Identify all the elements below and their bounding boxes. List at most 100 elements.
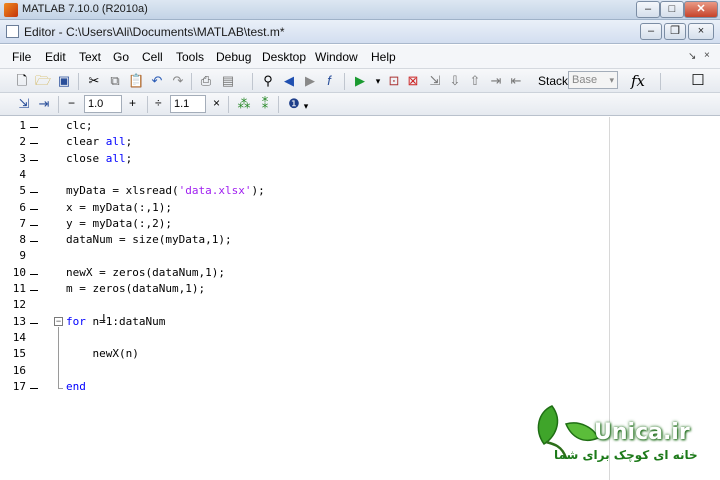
- line-number: 10: [12, 265, 26, 279]
- line-number: 11: [12, 282, 26, 295]
- redo-icon[interactable]: ↷: [170, 73, 186, 89]
- dock-layout-icon[interactable]: ☐: [690, 73, 706, 89]
- clear-breakpoints-icon[interactable]: ⊠: [405, 73, 421, 89]
- menu-desktop[interactable]: Desktop: [262, 50, 306, 64]
- decrement-value-field[interactable]: 1.0: [84, 95, 122, 113]
- code-line[interactable]: close all;: [66, 152, 132, 165]
- menu-pin-icon[interactable]: ↘: [688, 51, 696, 62]
- step-out-icon[interactable]: ⇧: [467, 73, 483, 89]
- executable-line-marker[interactable]: [30, 143, 38, 145]
- editor-minimize-button[interactable]: –: [640, 23, 662, 40]
- code-line[interactable]: y = myData(:,2);: [66, 217, 172, 230]
- decrement-button[interactable]: −: [68, 96, 75, 110]
- print-options-icon[interactable]: ▤: [220, 73, 236, 89]
- watermark-tagline: خانه ای کوچک برای شما: [554, 448, 698, 462]
- line-number: 6: [19, 200, 26, 214]
- line-number: 7: [19, 216, 26, 230]
- line-number: 1: [19, 119, 26, 132]
- forward-arrow-icon[interactable]: ▶: [302, 73, 318, 89]
- editor-title: Editor - C:\Users\Ali\Documents\MATLAB\t…: [24, 25, 285, 39]
- fold-collapse-icon[interactable]: −: [54, 317, 63, 326]
- code-line[interactable]: clc;: [66, 119, 93, 132]
- line-number: 4: [19, 167, 26, 181]
- code-line[interactable]: end: [66, 380, 86, 393]
- executable-line-marker[interactable]: [30, 387, 38, 389]
- executable-line-marker[interactable]: [30, 159, 38, 161]
- back-arrow-icon[interactable]: ◀: [281, 73, 297, 89]
- line-number: 9: [19, 249, 26, 263]
- copy-icon[interactable]: ⧉: [107, 73, 123, 89]
- step-icon[interactable]: ⇲: [427, 73, 443, 89]
- fx-label[interactable]: fx: [631, 72, 645, 90]
- menu-close-icon[interactable]: ×: [704, 50, 710, 61]
- find-icon[interactable]: ⚲: [260, 73, 276, 89]
- main-toolbar: 🗋 🗁 ▣ ✂ ⧉ 📋 ↶ ↷ ⎙ ▤ ⚲ ◀ ▶ f ▶ ▾ ⊡ ⊠ ⇲ ⇩ …: [0, 69, 720, 93]
- executable-line-marker[interactable]: [30, 192, 38, 194]
- run-icon[interactable]: ▶: [352, 73, 368, 89]
- multiply-button[interactable]: ×: [213, 96, 220, 110]
- multiplier-value-field[interactable]: 1.1: [170, 95, 206, 113]
- run-dropdown-icon[interactable]: ▾: [370, 73, 386, 89]
- continue-icon[interactable]: ⇥: [488, 73, 504, 89]
- cell-mode-icon[interactable]: ⁂: [236, 96, 252, 112]
- menu-tools[interactable]: Tools: [176, 50, 204, 64]
- executable-line-marker[interactable]: [30, 273, 38, 275]
- executable-line-marker[interactable]: [30, 290, 38, 291]
- code-line[interactable]: newX = zeros(dataNum,1);: [66, 266, 225, 279]
- minimize-window-button[interactable]: –: [636, 1, 660, 18]
- app-title: MATLAB 7.10.0 (R2010a): [22, 3, 148, 15]
- editor-document-icon: [6, 25, 19, 38]
- stack-dropdown-icon: ▾: [609, 75, 614, 85]
- line-number: 12: [12, 298, 26, 312]
- stack-value: Base: [572, 74, 598, 86]
- print-icon[interactable]: ⎙: [198, 73, 214, 89]
- code-line[interactable]: x = myData(:,1);: [66, 201, 172, 214]
- executable-line-marker[interactable]: [30, 322, 38, 324]
- maximize-window-button[interactable]: □: [660, 1, 684, 18]
- executable-line-marker[interactable]: [30, 127, 38, 128]
- code-line[interactable]: m = zeros(dataNum,1);: [66, 282, 205, 295]
- menu-window[interactable]: Window: [315, 50, 358, 64]
- menu-file[interactable]: File: [12, 50, 31, 64]
- menu-go[interactable]: Go: [113, 50, 129, 64]
- executable-line-marker[interactable]: [30, 208, 38, 210]
- line-number: 15: [12, 347, 26, 361]
- editor-restore-button[interactable]: ❐: [664, 23, 686, 40]
- code-line[interactable]: for n=1:dataNum: [66, 315, 165, 328]
- code-line[interactable]: newX(n): [66, 347, 138, 360]
- executable-line-marker[interactable]: [30, 224, 38, 226]
- code-line[interactable]: myData = xlsread('data.xlsx');: [66, 184, 265, 197]
- save-icon[interactable]: ▣: [56, 73, 72, 89]
- new-file-icon[interactable]: 🗋: [14, 73, 30, 89]
- menu-cell[interactable]: Cell: [142, 50, 163, 64]
- exit-debug-icon[interactable]: ⇤: [508, 73, 524, 89]
- eval-advance-icon[interactable]: ⇥: [36, 96, 52, 112]
- undo-icon[interactable]: ↶: [149, 73, 165, 89]
- function-browser-icon[interactable]: f: [321, 73, 337, 89]
- eval-cell-icon[interactable]: ⇲: [16, 96, 32, 112]
- step-in-icon[interactable]: ⇩: [447, 73, 463, 89]
- paste-icon[interactable]: 📋: [128, 73, 144, 89]
- watermark-logo: Unica.ir خانه ای کوچک برای شما: [532, 402, 712, 468]
- line-number: 3: [19, 151, 26, 165]
- increment-button[interactable]: +: [129, 96, 136, 110]
- menu-help[interactable]: Help: [371, 50, 396, 64]
- set-breakpoint-icon[interactable]: ⊡: [386, 73, 402, 89]
- menu-edit[interactable]: Edit: [45, 50, 66, 64]
- cut-icon[interactable]: ✂: [86, 73, 102, 89]
- executable-line-marker[interactable]: [30, 241, 38, 243]
- divide-button[interactable]: ÷: [155, 96, 162, 110]
- code-line[interactable]: clear all;: [66, 135, 132, 148]
- editor-title-bar: Editor - C:\Users\Ali\Documents\MATLAB\t…: [0, 20, 720, 44]
- line-number: 16: [12, 363, 26, 377]
- menu-debug[interactable]: Debug: [216, 50, 251, 64]
- close-window-button[interactable]: ✕: [684, 1, 718, 18]
- cell-help-dropdown-icon[interactable]: ▾: [298, 98, 314, 114]
- menu-text[interactable]: Text: [79, 50, 101, 64]
- stack-select[interactable]: Base ▾: [568, 71, 618, 89]
- open-file-icon[interactable]: 🗁: [35, 73, 51, 89]
- editor-close-button[interactable]: ×: [688, 23, 714, 40]
- cell-mode-off-icon[interactable]: ⁑: [257, 96, 273, 112]
- code-line[interactable]: dataNum = size(myData,1);: [66, 233, 232, 246]
- line-number: 2: [19, 135, 26, 149]
